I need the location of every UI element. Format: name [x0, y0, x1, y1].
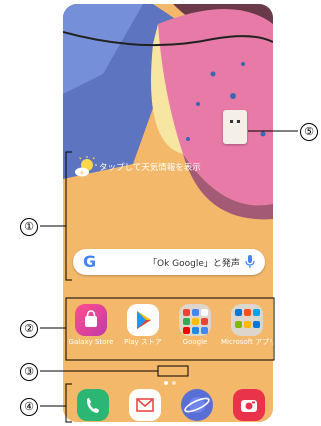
callout-number: ④: [20, 398, 38, 416]
callout-number: ②: [20, 320, 38, 338]
callout-3: ③: [20, 363, 38, 381]
callout-5: ⑤: [300, 123, 318, 141]
callout-1: ①: [20, 218, 38, 236]
callout-2: ②: [20, 320, 38, 338]
callout-number: ⑤: [300, 123, 318, 141]
callout-number: ③: [20, 363, 38, 381]
callout-number: ①: [20, 218, 38, 236]
callout-4: ④: [20, 398, 38, 416]
callout-lines: [40, 130, 298, 423]
